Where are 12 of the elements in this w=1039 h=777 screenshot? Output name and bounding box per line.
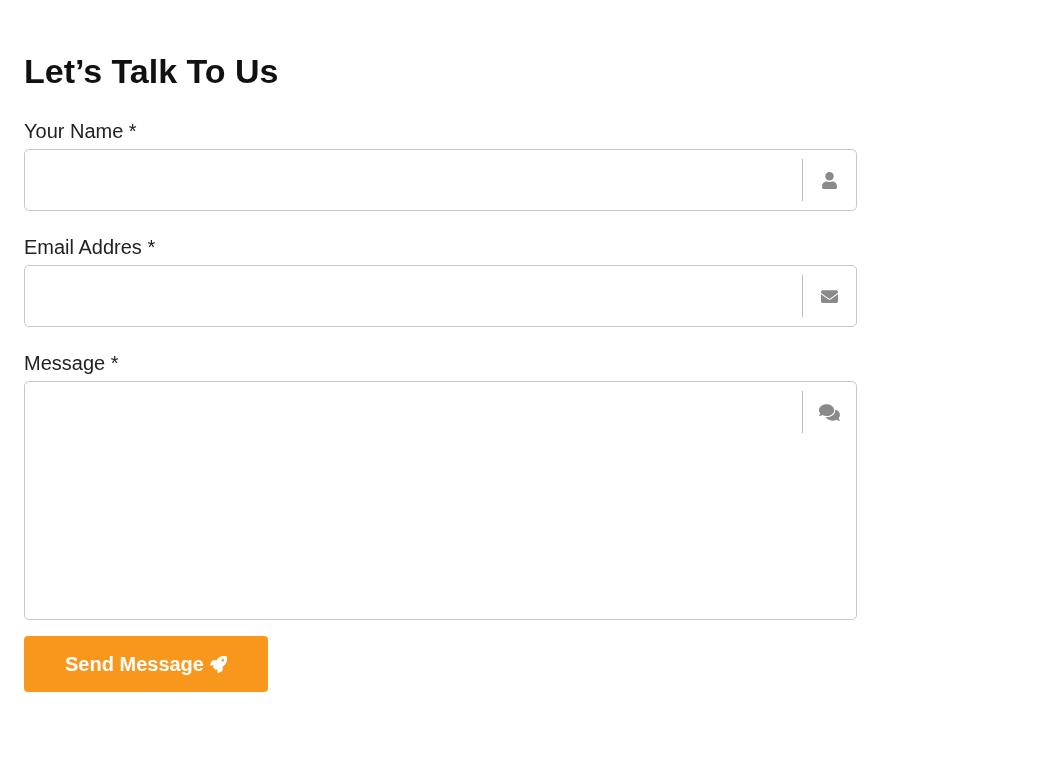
envelope-icon xyxy=(820,287,838,305)
message-field[interactable] xyxy=(24,381,857,620)
field-label: Your Name * xyxy=(24,119,138,143)
form-heading: Let’s Talk To Us xyxy=(24,52,280,91)
field-label: Message * xyxy=(24,351,120,375)
rocket-icon xyxy=(209,655,227,673)
field-label: Email Addres * xyxy=(24,235,157,259)
chat-icon xyxy=(818,401,840,423)
input-field[interactable] xyxy=(24,265,857,327)
user-icon xyxy=(820,171,838,189)
send-button[interactable]: Send Message xyxy=(24,636,268,692)
input-field[interactable] xyxy=(24,149,857,211)
